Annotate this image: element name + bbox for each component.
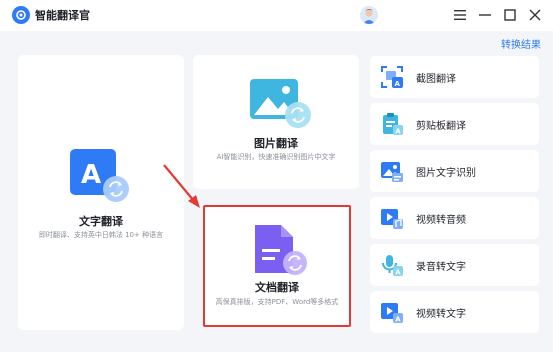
recording-to-text-icon: A [380,253,404,277]
conversion-results-link[interactable]: 转换结果 [501,36,541,51]
app-title: 智能翻译官 [35,9,90,22]
doc-translate-icon [251,223,311,281]
screenshot-translate-icon: A [380,65,404,89]
doc-translate-card[interactable]: 文档翻译 高保真排版，支持PDF、Word等多格式 [203,205,351,327]
pointer-arrow-icon [160,163,206,211]
image-translate-desc: AI智能识别，快速准确识别图片中文字 [216,153,336,161]
close-icon[interactable] [526,6,543,23]
side-item-label: 剪贴板翻译 [416,121,466,132]
image-ocr-icon [380,159,404,183]
svg-text:A: A [395,316,401,324]
image-translate-card[interactable]: 图片翻译 AI智能识别，快速准确识别图片中文字 [193,55,359,189]
side-item-label: 图片文字识别 [416,168,476,179]
svg-text:A: A [395,80,401,88]
side-item-clipboard-translate[interactable]: A 剪贴板翻译 [370,103,539,145]
text-translate-desc: 即时翻译、支持英中日韩法 10+ 种语言 [38,231,164,239]
video-to-audio-icon [380,206,404,230]
clipboard-translate-icon: A [380,112,404,136]
image-translate-icon [248,77,314,133]
doc-translate-desc: 高保真排版，支持PDF、Word等多格式 [215,298,339,306]
side-item-label: 视频转音频 [416,215,466,226]
side-item-video-to-audio[interactable]: 视频转音频 [370,197,539,239]
image-translate-title: 图片翻译 [254,137,298,150]
maximize-icon[interactable] [501,6,518,23]
text-translate-title: 文字翻译 [79,215,123,228]
side-item-label: 录音转文字 [416,262,466,273]
side-item-recording-to-text[interactable]: A 录音转文字 [370,244,539,286]
svg-text:A: A [81,160,101,190]
side-item-screenshot-translate[interactable]: A 截图翻译 [370,56,539,98]
svg-text:A: A [395,128,401,136]
minimize-icon[interactable] [476,6,493,23]
title-bar: 智能翻译官 [0,0,553,31]
doc-translate-title: 文档翻译 [255,281,299,294]
svg-text:A: A [395,269,401,277]
text-translate-icon: A [68,147,134,207]
side-item-label: 截图翻译 [416,74,456,85]
video-to-text-icon: A [380,300,404,324]
side-item-image-ocr[interactable]: 图片文字识别 [370,150,539,192]
app-logo-icon [12,6,30,24]
side-item-label: 视频转文字 [416,309,466,320]
menu-icon[interactable] [451,6,468,23]
side-item-video-to-text[interactable]: A 视频转文字 [370,291,539,333]
avatar[interactable] [360,6,378,24]
